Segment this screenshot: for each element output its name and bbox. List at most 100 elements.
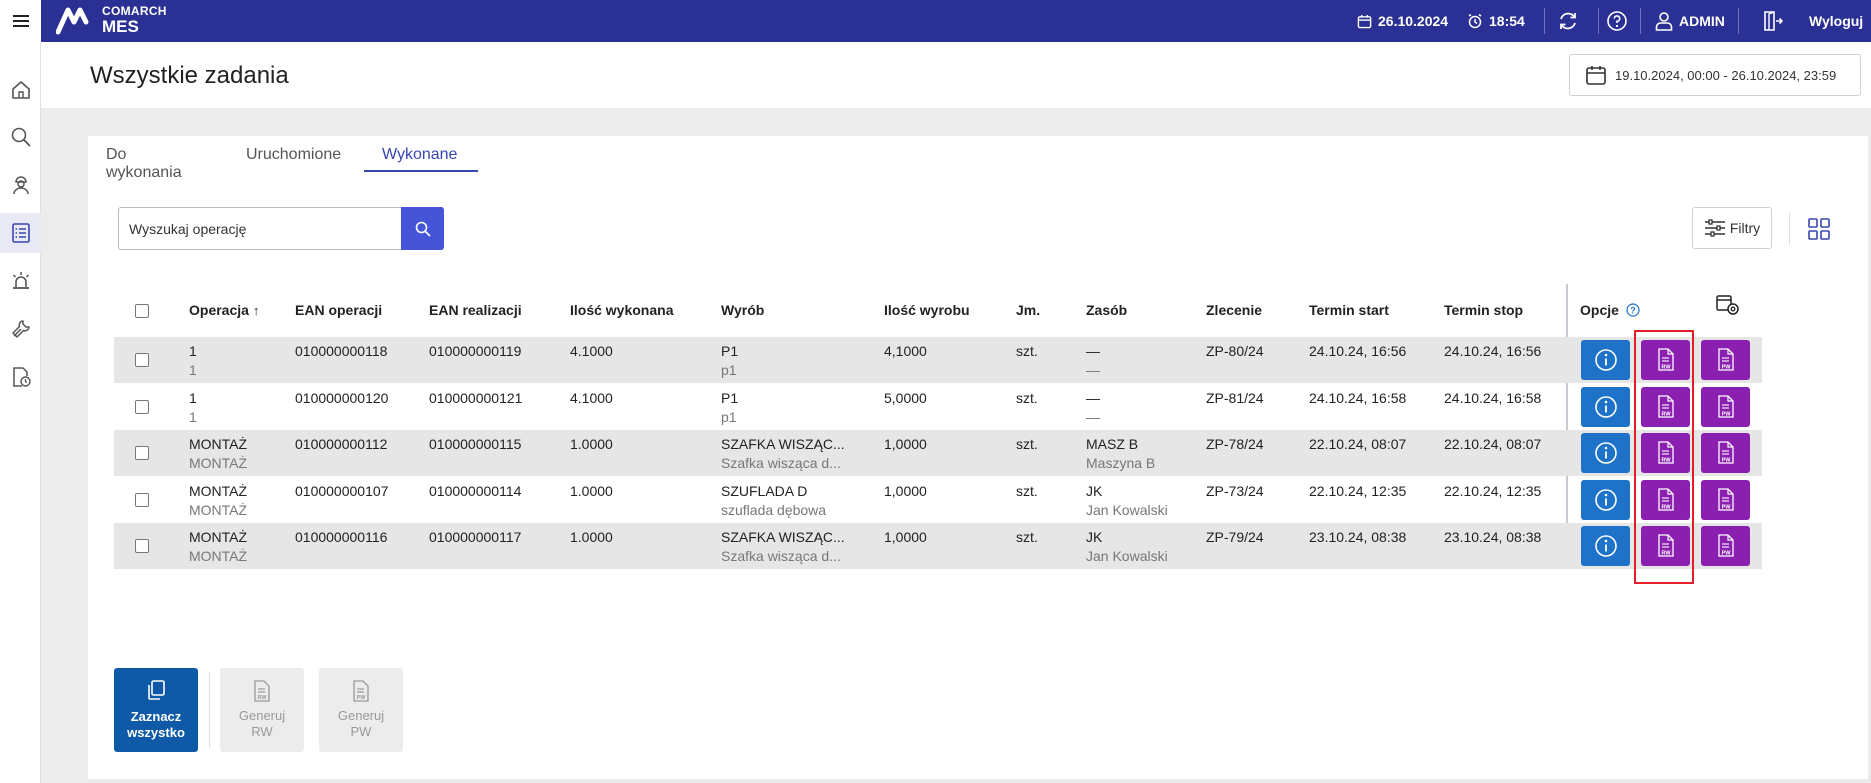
sidebar [0,42,41,783]
row-checkbox[interactable] [135,446,149,460]
grid-view-icon[interactable] [1806,216,1832,242]
info-button[interactable] [1581,433,1630,473]
document-pw-icon: PW [1717,441,1734,464]
sidebar-item-alarms[interactable] [0,261,41,301]
sidebar-item-workers[interactable] [0,165,41,205]
cell-op: 1 [189,343,197,359]
top-bar: COMARCH MES 26.10.2024 18:54 ADMIN Wylog… [0,0,1871,42]
info-button[interactable] [1581,479,1630,520]
search-input[interactable] [118,207,443,250]
product-name: MES [102,17,139,36]
comarch-logo-icon [56,7,89,35]
row-checkbox[interactable] [135,353,149,367]
tab-completed[interactable]: Wykonane [364,136,478,172]
column-header-resource[interactable]: Zasób [1086,302,1127,318]
filters-label: Filtry [1729,220,1761,236]
cell-op-description: MONTAŻ [189,455,248,471]
table-row[interactable]: 1 010000000120 010000000121 4.1000 P1 5,0000 s… [114,384,1762,430]
cell-qty-prod: 4,1000 [884,343,927,359]
column-header-order[interactable]: Zlecenie [1206,302,1262,318]
help-button[interactable] [1606,0,1634,42]
generate-pw-row-button[interactable]: PW [1701,386,1750,427]
table-row[interactable]: MONTAŻ 010000000112 010000000115 1.0000 SZAF… [114,430,1762,476]
generate-rw-label-1: Generuj [238,708,286,723]
user-menu[interactable]: ADMIN [1655,0,1725,42]
tab-started[interactable]: Uruchomione [246,136,341,172]
sidebar-item-tools[interactable] [0,309,41,349]
cell-unit: szt. [1016,482,1038,499]
table-row[interactable]: 1 010000000118 010000000119 4.1000 P1 4,1000 s… [114,337,1762,383]
info-tooltip-icon[interactable]: ? [1626,303,1640,317]
column-header-product[interactable]: Wyrób [721,302,764,318]
column-header-ean-realization[interactable]: EAN realizacji [429,302,522,318]
cell-start: 24.10.24, 16:56 [1309,343,1407,359]
tab-to-do[interactable]: Do wykonania [106,136,182,181]
logout-label[interactable]: Wyloguj [1809,0,1863,42]
cell-resource: — [1086,343,1100,359]
cell-resource-description: Maszyna B [1086,455,1156,471]
cell-stop: 24.10.24, 16:56 [1444,343,1542,359]
generate-pw-row-button[interactable]: PW [1701,433,1750,473]
column-header-product-qty[interactable]: Ilość wyrobu [884,302,970,318]
sidebar-item-tasks[interactable] [0,213,41,253]
cell-qty-done: 4.1000 [570,389,613,406]
column-settings-icon[interactable] [1716,294,1740,316]
generate-pw-row-button[interactable]: PW [1701,479,1750,520]
generate-pw-row-button[interactable]: PW [1701,340,1750,380]
cell-ean-real: 010000000119 [429,343,522,359]
divider [1789,213,1790,245]
refresh-icon [1560,12,1576,30]
cell-product: P1 [721,343,739,359]
info-button[interactable] [1581,386,1630,427]
table-row[interactable]: MONTAŻ 010000000107 010000000114 1.0000 SZUF… [114,477,1762,523]
logout-button[interactable] [1761,0,1789,42]
column-header-ean-operation[interactable]: EAN operacji [295,302,382,318]
cell-start: 24.10.24, 16:58 [1309,389,1407,406]
select-all-button[interactable]: Zaznacz wszystko [114,668,198,752]
generate-pw-label-2: PW [350,724,372,739]
info-button[interactable] [1581,340,1630,380]
column-header-unit[interactable]: Jm. [1016,302,1040,318]
select-all-label-2: wszystko [127,725,185,740]
sidebar-item-reports[interactable] [0,357,41,397]
app-logo[interactable]: COMARCH MES [56,4,167,36]
calendar-icon [1586,66,1606,85]
cell-stop: 22.10.24, 12:35 [1444,482,1542,499]
worker-icon [12,176,29,195]
generate-pw-row-button[interactable]: PW [1701,526,1750,566]
svg-text:PW: PW [357,695,367,701]
select-all-checkbox[interactable] [135,304,149,318]
column-header-stop[interactable]: Termin stop [1444,302,1523,318]
cell-unit: szt. [1016,529,1038,545]
column-header-start[interactable]: Termin start [1309,302,1389,318]
row-checkbox[interactable] [135,492,149,507]
divider [1598,8,1599,34]
info-icon [1594,442,1617,464]
svg-text:?: ? [1630,306,1636,316]
sidebar-item-search[interactable] [0,117,41,157]
sidebar-item-home[interactable] [0,70,41,110]
table-row[interactable]: MONTAŻ 010000000116 010000000117 1.0000 SZAF… [114,523,1762,569]
generate-pw-button[interactable]: PW Generuj PW [319,668,403,752]
home-icon [11,81,30,99]
cell-product-description: p1 [721,408,737,425]
date-range-picker[interactable]: 19.10.2024, 00:00 - 26.10.2024, 23:59 [1569,54,1861,96]
cell-ean-real: 010000000121 [429,389,523,406]
column-header-operation[interactable]: Operacja ↑ [189,302,259,318]
document-rw-icon: RW [254,680,270,702]
column-header-qty-done[interactable]: Ilość wykonana [570,302,673,318]
row-checkbox[interactable] [135,539,149,553]
info-button[interactable] [1581,526,1630,566]
row-checkbox[interactable] [135,399,149,414]
filters-button[interactable]: Filtry [1692,207,1772,249]
brand-name: COMARCH [102,4,167,18]
hamburger-icon [12,15,29,27]
generate-rw-button[interactable]: RW Generuj RW [220,668,304,752]
cell-op-description: 1 [189,362,197,378]
refresh-button[interactable] [1557,0,1585,42]
user-icon [1655,12,1673,31]
user-name: ADMIN [1679,13,1725,29]
menu-toggle-button[interactable] [0,0,41,42]
svg-text:PW: PW [1721,551,1731,557]
search-button[interactable] [401,207,444,250]
